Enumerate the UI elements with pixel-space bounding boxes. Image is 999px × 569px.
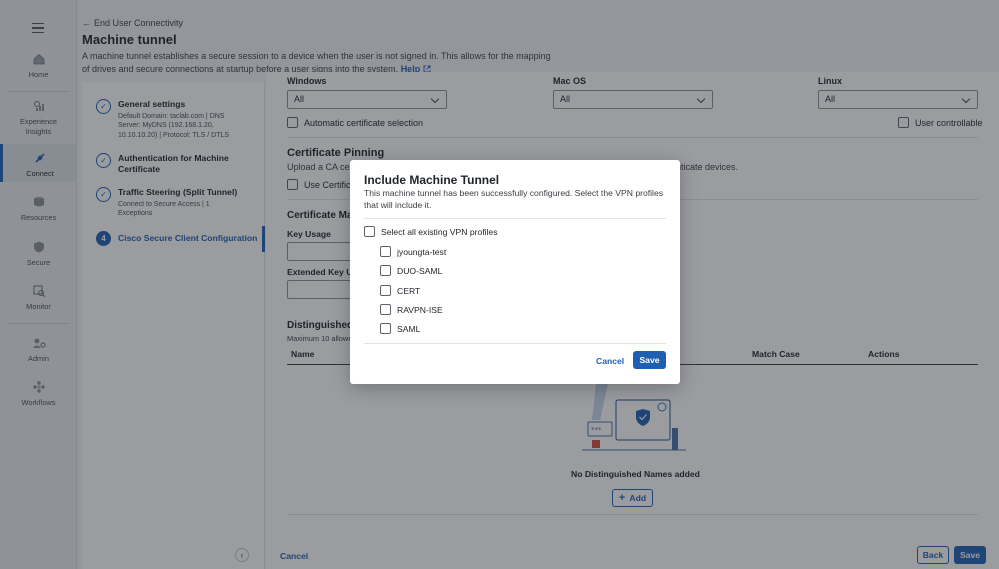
profile-label: SAML [397,323,421,334]
select-all-label: Select all existing VPN profiles [381,226,498,237]
modal-save-button[interactable]: Save [633,351,666,369]
modal-title: Include Machine Tunnel [364,173,500,187]
profile-label: DUO-SAML [397,265,443,276]
modal-cancel-button[interactable]: Cancel [596,356,624,366]
select-all-checkbox[interactable] [364,226,375,237]
profile-checkbox[interactable] [380,304,391,315]
divider [364,218,666,219]
modal-description: This machine tunnel has been successfull… [364,188,664,210]
profile-checkbox[interactable] [380,285,391,296]
profile-option-ravpn-ise[interactable]: RAVPN-ISE [380,304,443,315]
profile-label: jyoungta-test [397,246,447,257]
select-all-profiles-row[interactable]: Select all existing VPN profiles [364,226,498,237]
divider [364,343,666,344]
profile-option-saml[interactable]: SAML [380,323,420,334]
profile-option-jyoungta-test[interactable]: jyoungta-test [380,246,446,257]
profile-checkbox[interactable] [380,265,391,276]
profile-option-duo-saml[interactable]: DUO-SAML [380,265,442,276]
profile-label: RAVPN-ISE [397,304,443,315]
profile-checkbox[interactable] [380,323,391,334]
modal-save-label: Save [639,355,660,365]
profile-checkbox[interactable] [380,246,391,257]
profile-label: CERT [397,285,421,296]
profile-option-cert[interactable]: CERT [380,285,420,296]
include-machine-tunnel-dialog: Include Machine Tunnel This machine tunn… [350,160,680,384]
